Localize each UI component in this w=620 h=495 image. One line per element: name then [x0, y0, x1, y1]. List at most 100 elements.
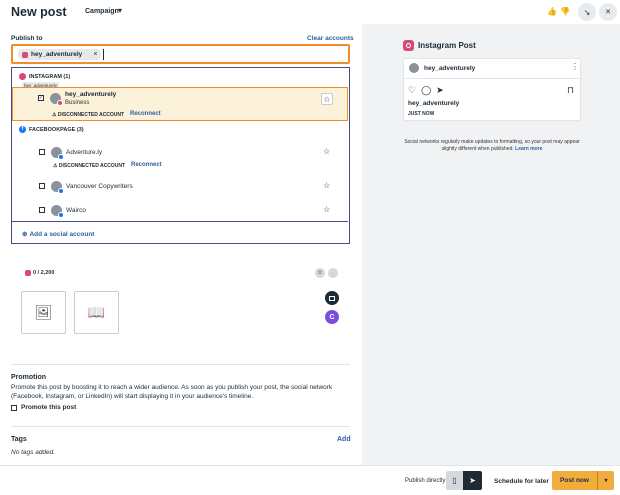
remove-chip-icon[interactable]: × — [93, 51, 97, 58]
preview-note: Social networks regularly make updates t… — [404, 139, 580, 153]
favorite-button[interactable]: ☆ — [321, 93, 333, 105]
emoji-icon[interactable]: ☺ — [315, 268, 325, 278]
instagram-icon — [403, 40, 414, 51]
ai-assistant-button[interactable]: C — [325, 310, 339, 324]
promote-label: Promote this post — [21, 404, 77, 411]
star-icon[interactable]: ☆ — [323, 147, 330, 156]
media-library-button[interactable]: 📖 — [74, 291, 119, 334]
preview-username: hey_adventurely — [424, 65, 476, 72]
clear-accounts-link[interactable]: Clear accounts — [307, 35, 354, 42]
heart-icon: ♡ — [408, 85, 417, 95]
instagram-group-header: INSTAGRAM (1) — [19, 73, 70, 80]
instagram-preview-card: hey_adventurely ⋮ ♡ ◯ ➤ ⊓ hey_adventurel… — [403, 58, 582, 121]
account-name: Vancouver Copywriters — [66, 183, 133, 190]
facebook-group-header: f FACEBOOKPAGE (3) — [19, 126, 84, 133]
star-icon[interactable]: ☆ — [323, 205, 330, 214]
learn-more-link[interactable]: Learn more — [515, 146, 542, 152]
divider — [12, 221, 348, 222]
phone-icon: ▯ — [452, 476, 457, 485]
minimize-button[interactable]: ↘ — [578, 3, 596, 21]
add-circle-icon: ⊕ — [22, 231, 28, 238]
add-image-button[interactable]: 🖼 — [21, 291, 66, 334]
tags-title: Tags — [11, 436, 27, 443]
thumbs-up-icon[interactable]: 👍 — [547, 7, 557, 16]
chip-label: hey_adventurely — [31, 51, 83, 58]
campaign-dropdown[interactable]: Campaign — [85, 8, 119, 15]
instagram-icon — [25, 270, 31, 276]
add-tag-link[interactable]: Add — [337, 436, 351, 443]
avatar — [51, 181, 64, 194]
account-checkbox[interactable] — [39, 183, 45, 189]
disconnected-status: ⚠ DISCONNECTED ACCOUNT — [52, 112, 125, 118]
chevron-down-icon[interactable]: ▾ — [598, 477, 614, 484]
post-now-button[interactable]: Post now ▾ — [552, 471, 614, 490]
account-checkbox[interactable] — [39, 207, 45, 213]
chevron-down-icon[interactable]: ▾ — [118, 6, 122, 15]
promotion-title: Promotion — [11, 374, 46, 381]
char-count: 0 / 2,200 — [33, 270, 55, 276]
library-icon — [329, 295, 335, 301]
publish-to-label: Publish to — [11, 35, 43, 42]
reconnect-link[interactable]: Reconnect — [130, 111, 161, 117]
publish-to-input[interactable]: hey_adventurely × — [11, 44, 350, 64]
facebook-badge-icon — [58, 212, 64, 218]
account-row-vancouver-copywriters[interactable]: Vancouver Copywriters ☆ — [12, 180, 348, 198]
account-name: Wairco — [66, 207, 86, 214]
facebook-icon: f — [19, 126, 26, 133]
content-library-button[interactable] — [325, 291, 339, 305]
promotion-description: Promote this post by boosting it to reac… — [11, 384, 333, 400]
no-tags-text: No tags added. — [11, 449, 56, 456]
account-type: Business — [65, 100, 90, 106]
account-row-adventurely[interactable]: Adventure.ly ⚠ DISCONNECTED ACCOUNT Reco… — [12, 144, 348, 174]
ai-assistant-icon: C — [329, 313, 335, 321]
account-checkbox[interactable]: ✓ — [38, 95, 44, 101]
send-icon: ➤ — [469, 476, 476, 485]
account-row-wairco[interactable]: Wairco ☆ — [12, 204, 348, 222]
add-social-label: Add a social account — [29, 230, 95, 238]
comment-icon: ◯ — [421, 85, 432, 95]
thumbs-down-icon[interactable]: 👎 — [560, 7, 570, 16]
text-caret — [103, 49, 104, 60]
close-button[interactable]: ✕ — [599, 3, 617, 21]
hashtag-icon[interactable] — [328, 268, 338, 278]
preview-timestamp: JUST NOW — [408, 111, 435, 117]
minimize-icon: ↘ — [583, 7, 591, 17]
schedule-for-later-button[interactable]: Schedule for later — [494, 478, 549, 485]
avatar — [51, 147, 64, 160]
avatar — [409, 63, 419, 73]
preview-title: Instagram Post — [403, 40, 476, 51]
add-social-account-link[interactable]: ⊕ Add a social account — [22, 230, 95, 239]
account-row-hey-adventurely[interactable]: ✓ hey_adventurely Business ⚠ DISCONNECTE… — [12, 87, 348, 121]
account-dropdown: INSTAGRAM (1) hey_adventurely ✓ hey_adve… — [11, 67, 350, 244]
avatar — [50, 93, 63, 106]
divider — [404, 78, 582, 79]
mobile-notification-toggle[interactable]: ▯ — [446, 471, 463, 490]
account-name: hey_adventurely — [65, 91, 117, 98]
page-title: New post — [11, 5, 67, 19]
account-checkbox[interactable] — [39, 149, 45, 155]
avatar — [51, 205, 64, 218]
reconnect-link[interactable]: Reconnect — [131, 162, 162, 168]
instagram-group-label: INSTAGRAM (1) — [29, 73, 71, 80]
divider — [11, 426, 350, 427]
publish-directly-toggle[interactable]: ➤ — [463, 471, 482, 490]
post-now-label: Post now — [560, 477, 589, 484]
book-icon: 📖 — [87, 304, 106, 320]
instagram-icon — [19, 73, 26, 80]
star-icon: ☆ — [323, 94, 331, 104]
promote-post-checkbox[interactable]: Promote this post — [11, 404, 76, 411]
preview-actions: ♡ ◯ ➤ — [408, 85, 444, 96]
instagram-badge-icon — [57, 100, 63, 106]
account-name: Adventure.ly — [66, 149, 103, 156]
preview-caption-user: hey_adventurely — [408, 100, 460, 107]
disconnected-status: ⚠ DISCONNECTED ACCOUNT — [53, 163, 126, 169]
image-icon: 🖼 — [34, 304, 53, 320]
preview-note-text: Social networks regularly make updates t… — [404, 139, 580, 152]
bookmark-icon: ⊓ — [567, 85, 575, 95]
share-icon: ➤ — [436, 85, 444, 95]
checkbox[interactable] — [11, 404, 17, 411]
preview-title-label: Instagram Post — [418, 41, 476, 50]
more-options-icon: ⋮ — [571, 62, 579, 71]
facebook-group-label: FACEBOOKPAGE (3) — [29, 126, 84, 133]
star-icon[interactable]: ☆ — [323, 181, 330, 190]
